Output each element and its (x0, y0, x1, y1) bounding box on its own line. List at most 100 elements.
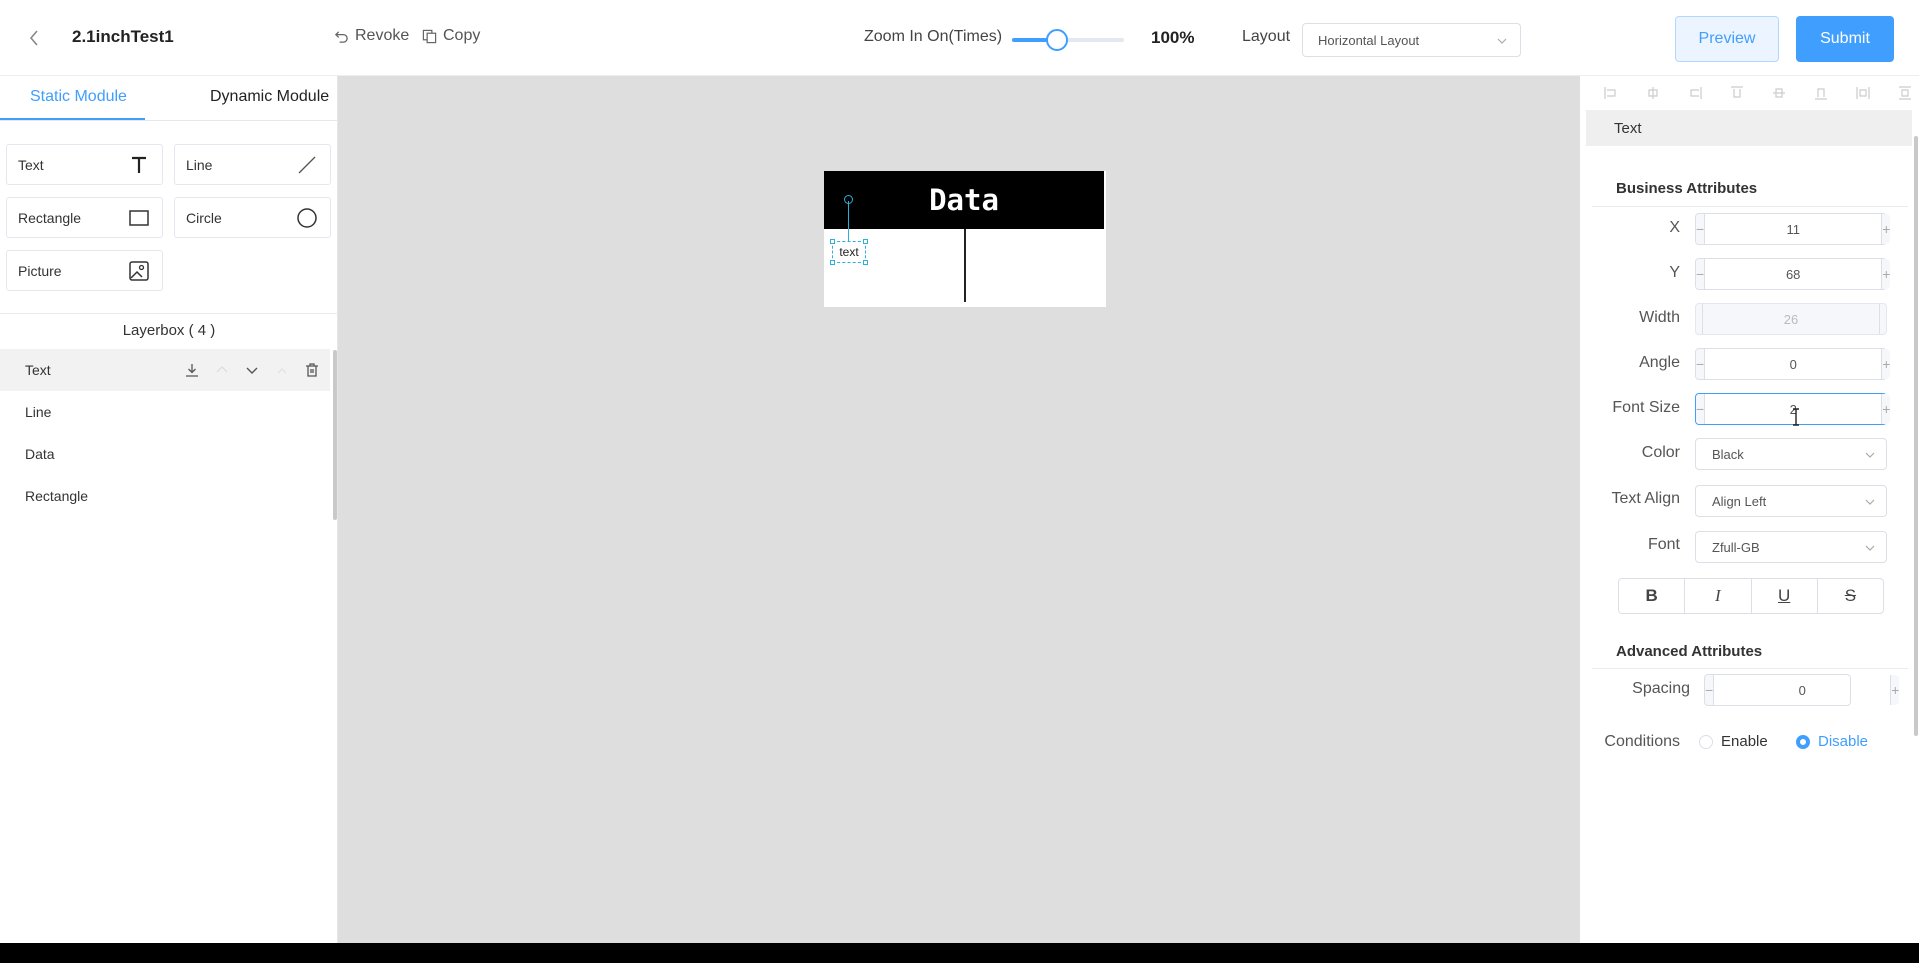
properties-panel: Text Business Attributes X − + Y − + Wid… (1580, 76, 1919, 943)
spacing-input[interactable] (1714, 675, 1891, 705)
layer-item-text[interactable]: Text (0, 349, 330, 391)
font-size-increment-button[interactable]: + (1881, 394, 1891, 424)
layout-select[interactable]: Horizontal Layout (1302, 23, 1521, 57)
x-increment-button[interactable]: + (1881, 214, 1891, 244)
color-label: Color (1641, 444, 1680, 461)
distribute-h-button[interactable] (1850, 85, 1877, 101)
text-align-select[interactable]: Align Left (1695, 485, 1887, 517)
top-header: 2.1inchTest1 Revoke Copy Zoom In On(Time… (0, 0, 1919, 76)
chevron-left-icon (29, 30, 38, 46)
arrow-up-icon (277, 368, 287, 374)
align-left-icon (1603, 87, 1616, 99)
strikethrough-button[interactable]: S (1818, 579, 1883, 613)
tabs-divider (0, 120, 338, 121)
align-middle-button[interactable] (1766, 85, 1793, 101)
font-size-label: Font Size (1612, 399, 1680, 416)
color-select[interactable]: Black (1695, 438, 1887, 470)
copy-icon (422, 29, 437, 43)
y-label: Y (1669, 264, 1680, 281)
move-up-button[interactable] (212, 360, 232, 380)
angle-decrement-button[interactable]: − (1696, 349, 1706, 379)
zoom-slider[interactable] (1012, 29, 1124, 51)
width-input (1703, 304, 1879, 334)
y-stepper[interactable]: − + (1695, 258, 1891, 290)
layer-item-label: Text (25, 362, 51, 378)
align-bottom-button[interactable] (1808, 85, 1835, 101)
width-label: Width (1639, 309, 1680, 326)
underline-button[interactable]: U (1752, 579, 1818, 613)
chevron-down-icon (1865, 545, 1875, 551)
align-center-h-button[interactable] (1639, 85, 1666, 101)
zoom-slider-handle[interactable] (1045, 29, 1068, 51)
y-input[interactable] (1705, 259, 1882, 289)
label-artboard[interactable]: Data text (824, 171, 1106, 307)
layer-item-line[interactable]: Line (0, 391, 330, 433)
section-divider (1592, 668, 1908, 669)
submit-button[interactable]: Submit (1796, 16, 1894, 62)
distribute-vertical-icon (1899, 86, 1912, 100)
zoom-label: Zoom In On(Times) (864, 28, 1003, 45)
delete-layer-button[interactable] (302, 360, 322, 380)
move-to-bottom-button[interactable] (182, 360, 202, 380)
rotation-guide (848, 201, 849, 241)
layer-item-rectangle[interactable]: Rectangle (0, 475, 330, 517)
design-canvas[interactable]: Data text (338, 76, 1580, 943)
move-down-button[interactable] (242, 360, 262, 380)
resize-handle-se[interactable] (863, 260, 868, 265)
tool-text[interactable]: Text (6, 144, 163, 185)
x-stepper[interactable]: − + (1695, 213, 1891, 245)
align-top-button[interactable] (1723, 85, 1750, 101)
trash-icon (306, 363, 318, 377)
angle-input[interactable] (1705, 349, 1882, 379)
x-decrement-button[interactable]: − (1696, 214, 1706, 244)
spacing-stepper[interactable]: − + (1704, 674, 1900, 706)
layerbox-title: Layerbox ( 4 ) (122, 322, 216, 339)
tool-picture[interactable]: Picture (6, 250, 163, 291)
italic-button[interactable]: I (1685, 579, 1752, 613)
spacing-increment-button[interactable]: + (1890, 675, 1900, 705)
tool-line[interactable]: Line (174, 144, 331, 185)
align-right-button[interactable] (1681, 85, 1708, 101)
picture-icon (129, 261, 149, 281)
rotate-handle[interactable] (844, 195, 853, 204)
y-decrement-button[interactable]: − (1696, 259, 1706, 289)
resize-handle-sw[interactable] (830, 260, 835, 265)
distribute-v-button[interactable] (1892, 85, 1919, 101)
move-to-top-button[interactable] (272, 360, 292, 380)
tool-rectangle-label: Rectangle (18, 209, 82, 226)
tab-static-module[interactable]: Static Module (30, 88, 127, 106)
angle-increment-button[interactable]: + (1881, 349, 1891, 379)
layer-item-data[interactable]: Data (0, 433, 330, 475)
x-input[interactable] (1705, 214, 1882, 244)
layer-scrollbar[interactable] (333, 350, 337, 520)
width-decrement-button (1696, 304, 1703, 334)
tool-picture-label: Picture (18, 262, 62, 279)
resize-handle-ne[interactable] (863, 239, 868, 244)
bold-button[interactable]: B (1619, 579, 1686, 613)
align-middle-icon (1773, 88, 1786, 98)
font-size-decrement-button[interactable]: − (1696, 394, 1706, 424)
angle-stepper[interactable]: − + (1695, 348, 1891, 380)
radio-circle (1796, 734, 1810, 749)
selected-text-element[interactable]: text (830, 239, 868, 265)
element-type-bar: Text (1586, 110, 1912, 146)
properties-scrollbar[interactable] (1914, 136, 1918, 736)
tool-circle[interactable]: Circle (174, 197, 331, 238)
copy-button[interactable]: Copy (422, 27, 480, 45)
back-button[interactable] (24, 24, 44, 52)
preview-button[interactable]: Preview (1675, 16, 1779, 62)
tool-rectangle[interactable]: Rectangle (6, 197, 163, 238)
tab-dynamic-module[interactable]: Dynamic Module (210, 88, 329, 106)
resize-handle-nw[interactable] (830, 239, 835, 244)
font-select[interactable]: Zfull-GB (1695, 531, 1887, 563)
align-bottom-icon (1815, 88, 1828, 100)
align-left-button[interactable] (1597, 85, 1624, 101)
label-data-element[interactable]: Data (824, 171, 1104, 229)
chevron-down-icon (1865, 499, 1875, 505)
condition-enable-radio[interactable]: Enable (1699, 733, 1768, 750)
label-line-element[interactable] (964, 229, 966, 302)
revoke-button[interactable]: Revoke (334, 27, 409, 45)
spacing-decrement-button[interactable]: − (1705, 675, 1715, 705)
condition-disable-radio[interactable]: Disable (1796, 733, 1868, 750)
y-increment-button[interactable]: + (1881, 259, 1891, 289)
